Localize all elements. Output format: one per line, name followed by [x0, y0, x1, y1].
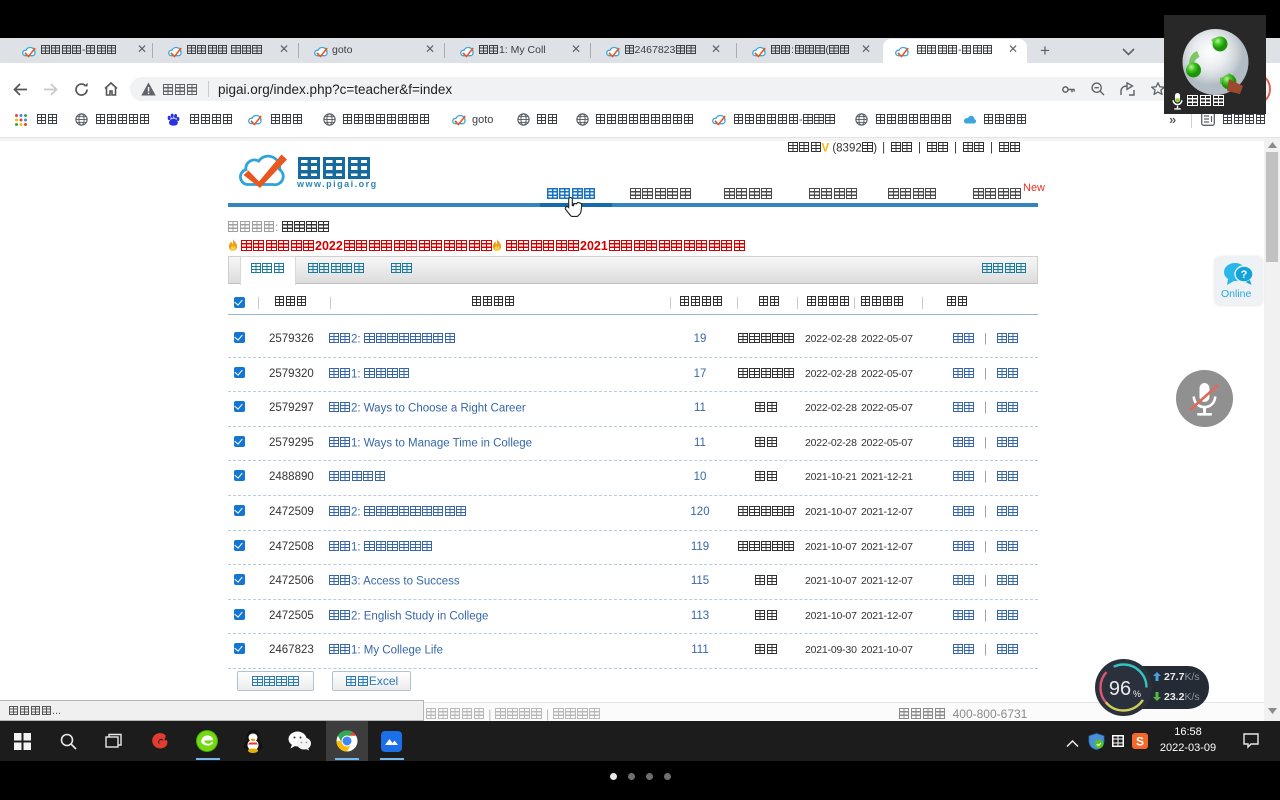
svg-text:?: ? [1241, 269, 1248, 281]
svg-text:96: 96 [1109, 678, 1131, 700]
svg-text:%: % [1133, 689, 1141, 699]
svg-text:S: S [1136, 735, 1144, 749]
